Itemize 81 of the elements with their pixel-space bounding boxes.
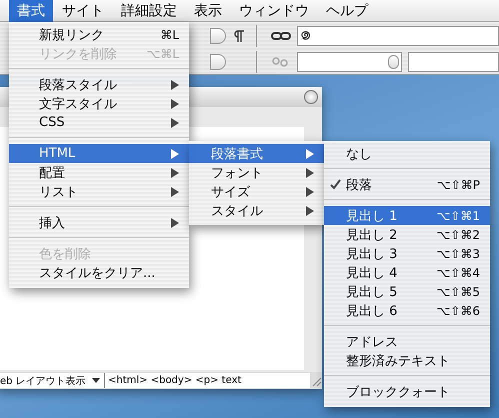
menu-bar-item[interactable]: ヘルプ <box>318 0 376 22</box>
paragraph-icon[interactable] <box>232 29 246 43</box>
menu-bar-item[interactable]: 詳細設定 <box>113 0 185 22</box>
menu-item-label: 段落 <box>346 176 373 194</box>
dropdown-arrow-icon <box>92 378 100 383</box>
menu-item-label: サイズ <box>211 184 251 200</box>
menu-item[interactable]: スタイルをクリア... <box>9 263 189 282</box>
link-field[interactable] <box>297 26 499 46</box>
menu-item-label: CSS <box>39 115 66 130</box>
menu-item[interactable]: CSS <box>9 113 189 132</box>
keyboard-shortcut: ⌥⇧⌘2 <box>436 228 480 242</box>
menu-item[interactable]: 挿入 <box>9 213 189 232</box>
keyboard-shortcut: ⌥⇧⌘P <box>436 178 480 192</box>
menu-item-label: 見出し 4 <box>346 264 398 282</box>
menu-item[interactable]: HTML <box>9 144 189 163</box>
menu-item[interactable]: 段落 ⌥⇧⌘P <box>324 175 490 194</box>
menu-item-label: リスト <box>39 184 79 200</box>
menu-item[interactable]: 見出し 4 ⌥⇧⌘4 <box>324 263 490 282</box>
menu-item[interactable]: フォント <box>189 163 324 182</box>
menu-item-label: スタイル <box>211 202 264 220</box>
menu-item-label: 配置 <box>39 164 66 182</box>
keyboard-shortcut: ⌥⇧⌘1 <box>436 208 480 222</box>
menu-item[interactable]: 新規リンク ⌘L <box>9 25 189 44</box>
menu-item-label: リンクを削除 <box>39 46 118 62</box>
menu-item-label: フォント <box>211 164 264 182</box>
menu-item-label: 見出し 2 <box>346 226 398 244</box>
menu-bar-item[interactable]: サイト <box>54 0 112 22</box>
keyboard-shortcut: ⌥⇧⌘5 <box>436 284 480 298</box>
menu-item-label: なし <box>346 146 373 162</box>
link-icon[interactable] <box>271 31 291 41</box>
menu-item[interactable]: 見出し 3 ⌥⇧⌘3 <box>324 244 490 263</box>
target-field[interactable] <box>297 52 402 72</box>
menu-item-label: 見出し 3 <box>346 246 398 262</box>
menu-item[interactable]: 段落書式 <box>189 144 324 163</box>
menu-item-label: 挿入 <box>39 214 66 232</box>
menu-item[interactable]: 整形済みテキスト <box>324 351 490 370</box>
menu-item-label: 整形済みテキスト <box>346 352 451 370</box>
keyboard-shortcut: ⌘L <box>160 28 179 42</box>
spiral-icon[interactable] <box>300 29 312 43</box>
menu-item-label: 新規リンク <box>39 26 105 44</box>
stepper-icon[interactable] <box>388 55 399 69</box>
menu-item[interactable]: ブロッククォート <box>324 382 490 401</box>
menu-item[interactable]: スタイル <box>189 201 324 220</box>
stepper-icon[interactable] <box>210 28 226 44</box>
menu-item[interactable]: 見出し 5 ⌥⇧⌘5 <box>324 282 490 301</box>
input-field[interactable] <box>408 52 499 72</box>
tag-selector[interactable]: <html> <body> <p> text <box>105 373 310 388</box>
stepper-icon[interactable] <box>210 54 226 70</box>
menu-bar-item[interactable]: ウィンドウ <box>231 0 317 22</box>
checkmark-icon <box>330 179 340 190</box>
menu-item-label: 文字スタイル <box>39 96 118 112</box>
menu-item[interactable]: 配置 <box>9 163 189 182</box>
menu-bar-item[interactable]: 表示 <box>186 0 230 22</box>
menu-item-label: 見出し 5 <box>346 284 398 300</box>
keyboard-shortcut: ⌥⌘L <box>146 46 179 60</box>
submenu-arrow-icon <box>171 218 179 228</box>
menu-item-label: ブロッククォート <box>346 384 451 400</box>
menu-item-label: 色を削除 <box>39 246 92 262</box>
menu-item[interactable]: アドレス <box>324 332 490 351</box>
toolbar-toggle-icon[interactable] <box>304 90 318 104</box>
menu-item[interactable]: 見出し 6 ⌥⇧⌘6 <box>324 301 490 320</box>
keyboard-shortcut: ⌥⇧⌘6 <box>436 304 480 318</box>
menu-item-label: スタイルをクリア... <box>39 264 156 282</box>
menu-item[interactable]: サイズ <box>189 182 324 201</box>
menu-item-label: 見出し 1 <box>346 208 398 224</box>
resize-grip-icon[interactable] <box>310 374 322 386</box>
menu-bar-item[interactable]: 書式 <box>9 0 53 22</box>
menu-item[interactable]: 見出し 2 ⌥⇧⌘2 <box>324 225 490 244</box>
keyboard-shortcut: ⌥⇧⌘3 <box>436 246 480 260</box>
menu-item-label: HTML <box>39 146 76 161</box>
menu-item[interactable]: 見出し 1 ⌥⇧⌘1 <box>324 206 490 225</box>
menu-item[interactable]: 段落スタイル <box>9 75 189 94</box>
view-select[interactable]: eb レイアウト表示 <box>0 373 105 388</box>
menu-item-label: 段落書式 <box>211 146 264 162</box>
menu-item[interactable]: リスト <box>9 182 189 201</box>
menu-item[interactable]: なし <box>324 144 490 163</box>
menu-item-label: 見出し 6 <box>346 302 398 320</box>
menu-item-label: アドレス <box>346 334 399 350</box>
menu-item-label: 段落スタイル <box>39 76 118 94</box>
menu-item[interactable]: 文字スタイル <box>9 94 189 113</box>
keyboard-shortcut: ⌥⇧⌘4 <box>436 266 480 280</box>
